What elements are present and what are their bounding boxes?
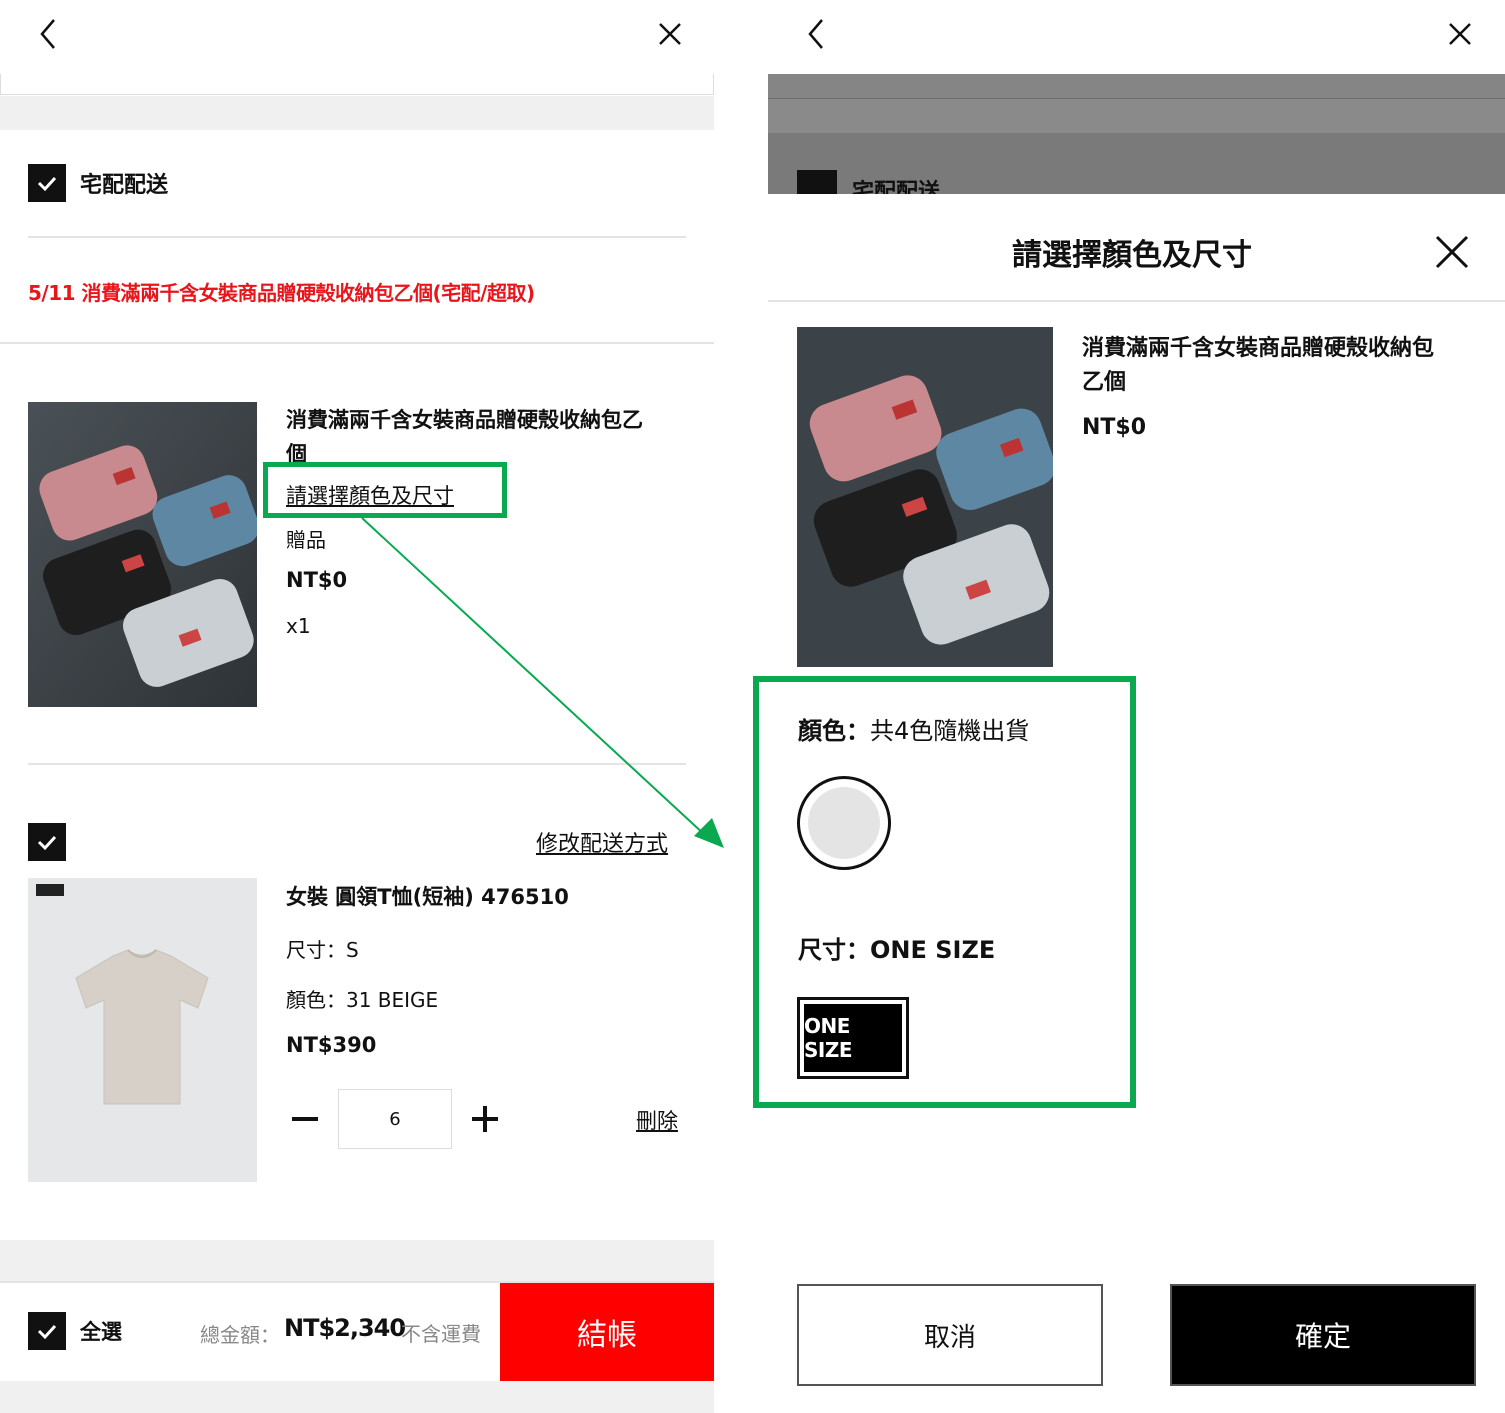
- annotation-arrow: [361, 517, 724, 848]
